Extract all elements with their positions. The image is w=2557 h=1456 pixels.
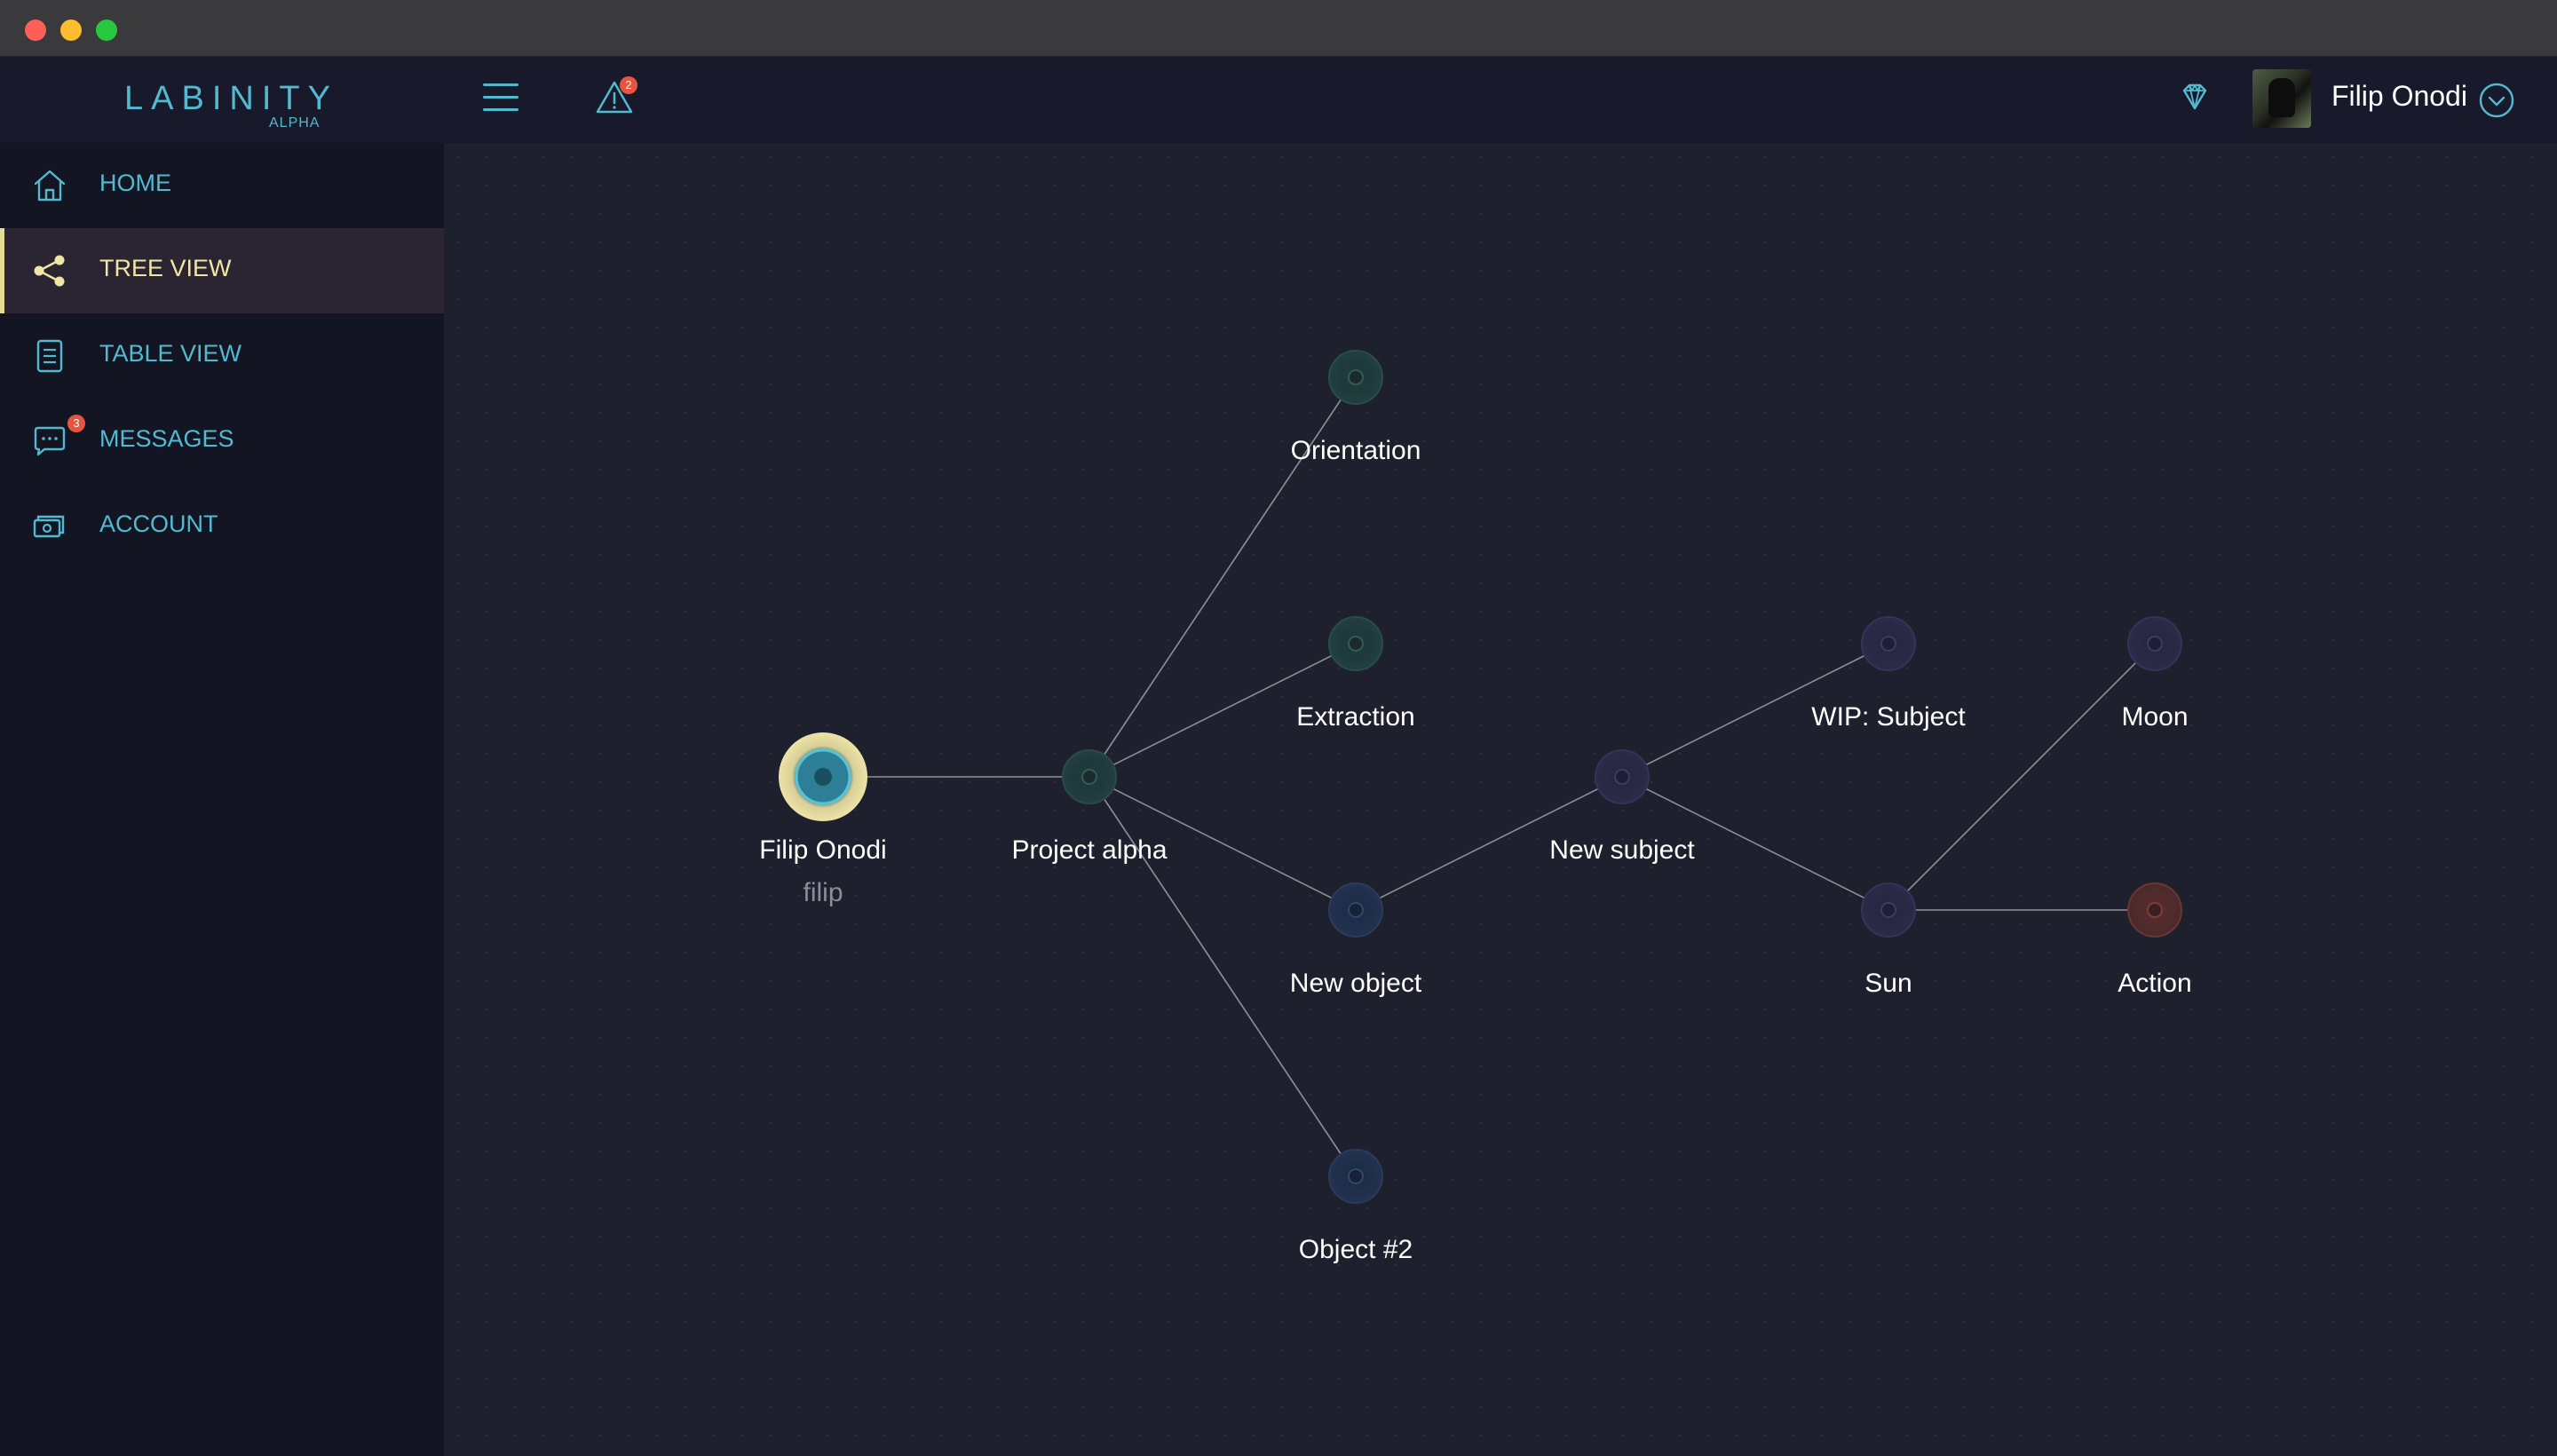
tree-node-orientation[interactable]: Orientation xyxy=(1291,350,1421,465)
tree-node-newsubject[interactable]: New subject xyxy=(1549,749,1695,865)
chevron-down-icon[interactable] xyxy=(2478,82,2515,119)
sidebar-item-label: TREE VIEW xyxy=(99,255,232,281)
messages-count-badge: 3 xyxy=(67,415,85,432)
alert-button[interactable]: 2 xyxy=(593,76,637,119)
tree-node-label: New object xyxy=(1290,969,1422,998)
sidebar-item-home[interactable]: HOME xyxy=(0,143,444,228)
app-logo-subtitle: ALPHA xyxy=(269,115,321,131)
tree-node-project[interactable]: Project alpha xyxy=(1011,749,1168,865)
sidebar-item-label: TABLE VIEW xyxy=(99,340,242,367)
app-logo[interactable]: LABINITY xyxy=(124,80,338,118)
user-name[interactable]: Filip Onodi xyxy=(2331,80,2467,113)
wallet-icon xyxy=(33,515,65,538)
alert-count-badge: 2 xyxy=(620,76,637,94)
sidebar-item-label: MESSAGES xyxy=(99,425,234,452)
tree-node-sublabel: filip xyxy=(803,878,843,907)
tree-graph: Filip Onodi filip Project alpha Orientation… xyxy=(759,350,2192,1264)
tree-node-extraction[interactable]: Extraction xyxy=(1296,616,1415,732)
avatar[interactable] xyxy=(2252,69,2311,128)
sidebar-item-messages[interactable]: MESSAGES 3 xyxy=(0,399,444,484)
sidebar-item-table-view[interactable]: TABLE VIEW xyxy=(0,313,444,399)
window-titlebar xyxy=(0,0,2557,57)
tree-node-label: New subject xyxy=(1549,835,1695,865)
diamond-icon[interactable] xyxy=(2175,78,2214,117)
tree-node-label: Action xyxy=(2118,969,2191,998)
close-window-button[interactable] xyxy=(25,20,46,41)
tree-node-sun[interactable]: Sun xyxy=(1861,882,1916,998)
tree-node-label: Extraction xyxy=(1296,702,1414,732)
tree-node-moon[interactable]: Moon xyxy=(2121,616,2189,732)
home-icon xyxy=(34,170,66,202)
chat-icon xyxy=(34,426,66,456)
top-header: LABINITY ALPHA 2 Filip Onodi xyxy=(0,57,2557,143)
tree-canvas[interactable]: Filip Onodi filip Project alpha Orientation… xyxy=(444,143,2557,1456)
sidebar-item-label: ACCOUNT xyxy=(99,510,218,537)
tree-node-action[interactable]: Action xyxy=(2118,882,2192,998)
minimize-window-button[interactable] xyxy=(60,20,82,41)
tree-node-label: Project alpha xyxy=(1011,835,1167,865)
sidebar: HOME TREE VIEW TABLE VIEW MESSAGES 3 ACC… xyxy=(0,143,444,1456)
tree-node-object2[interactable]: Object #2 xyxy=(1299,1149,1413,1264)
document-icon xyxy=(36,339,63,373)
zoom-window-button[interactable] xyxy=(96,20,117,41)
sidebar-item-label: HOME xyxy=(99,170,171,196)
tree-node-label: WIP: Subject xyxy=(1811,702,1966,732)
sidebar-item-tree-view[interactable]: TREE VIEW xyxy=(0,228,444,313)
tree-node-label: Sun xyxy=(1864,969,1912,998)
tree-node-newobject[interactable]: New object xyxy=(1290,882,1422,998)
menu-icon[interactable] xyxy=(483,83,519,114)
tree-node-label: Moon xyxy=(2121,702,2188,732)
tree-edge xyxy=(1888,643,2156,911)
sidebar-item-account[interactable]: ACCOUNT xyxy=(0,484,444,569)
share-icon xyxy=(34,255,65,287)
tree-node-label: Filip Onodi xyxy=(759,835,886,865)
tree-node-label: Orientation xyxy=(1291,436,1421,465)
tree-node-root[interactable]: Filip Onodi filip xyxy=(759,732,887,907)
tree-node-label: Object #2 xyxy=(1299,1235,1413,1264)
tree-node-wip[interactable]: WIP: Subject xyxy=(1811,616,1966,732)
